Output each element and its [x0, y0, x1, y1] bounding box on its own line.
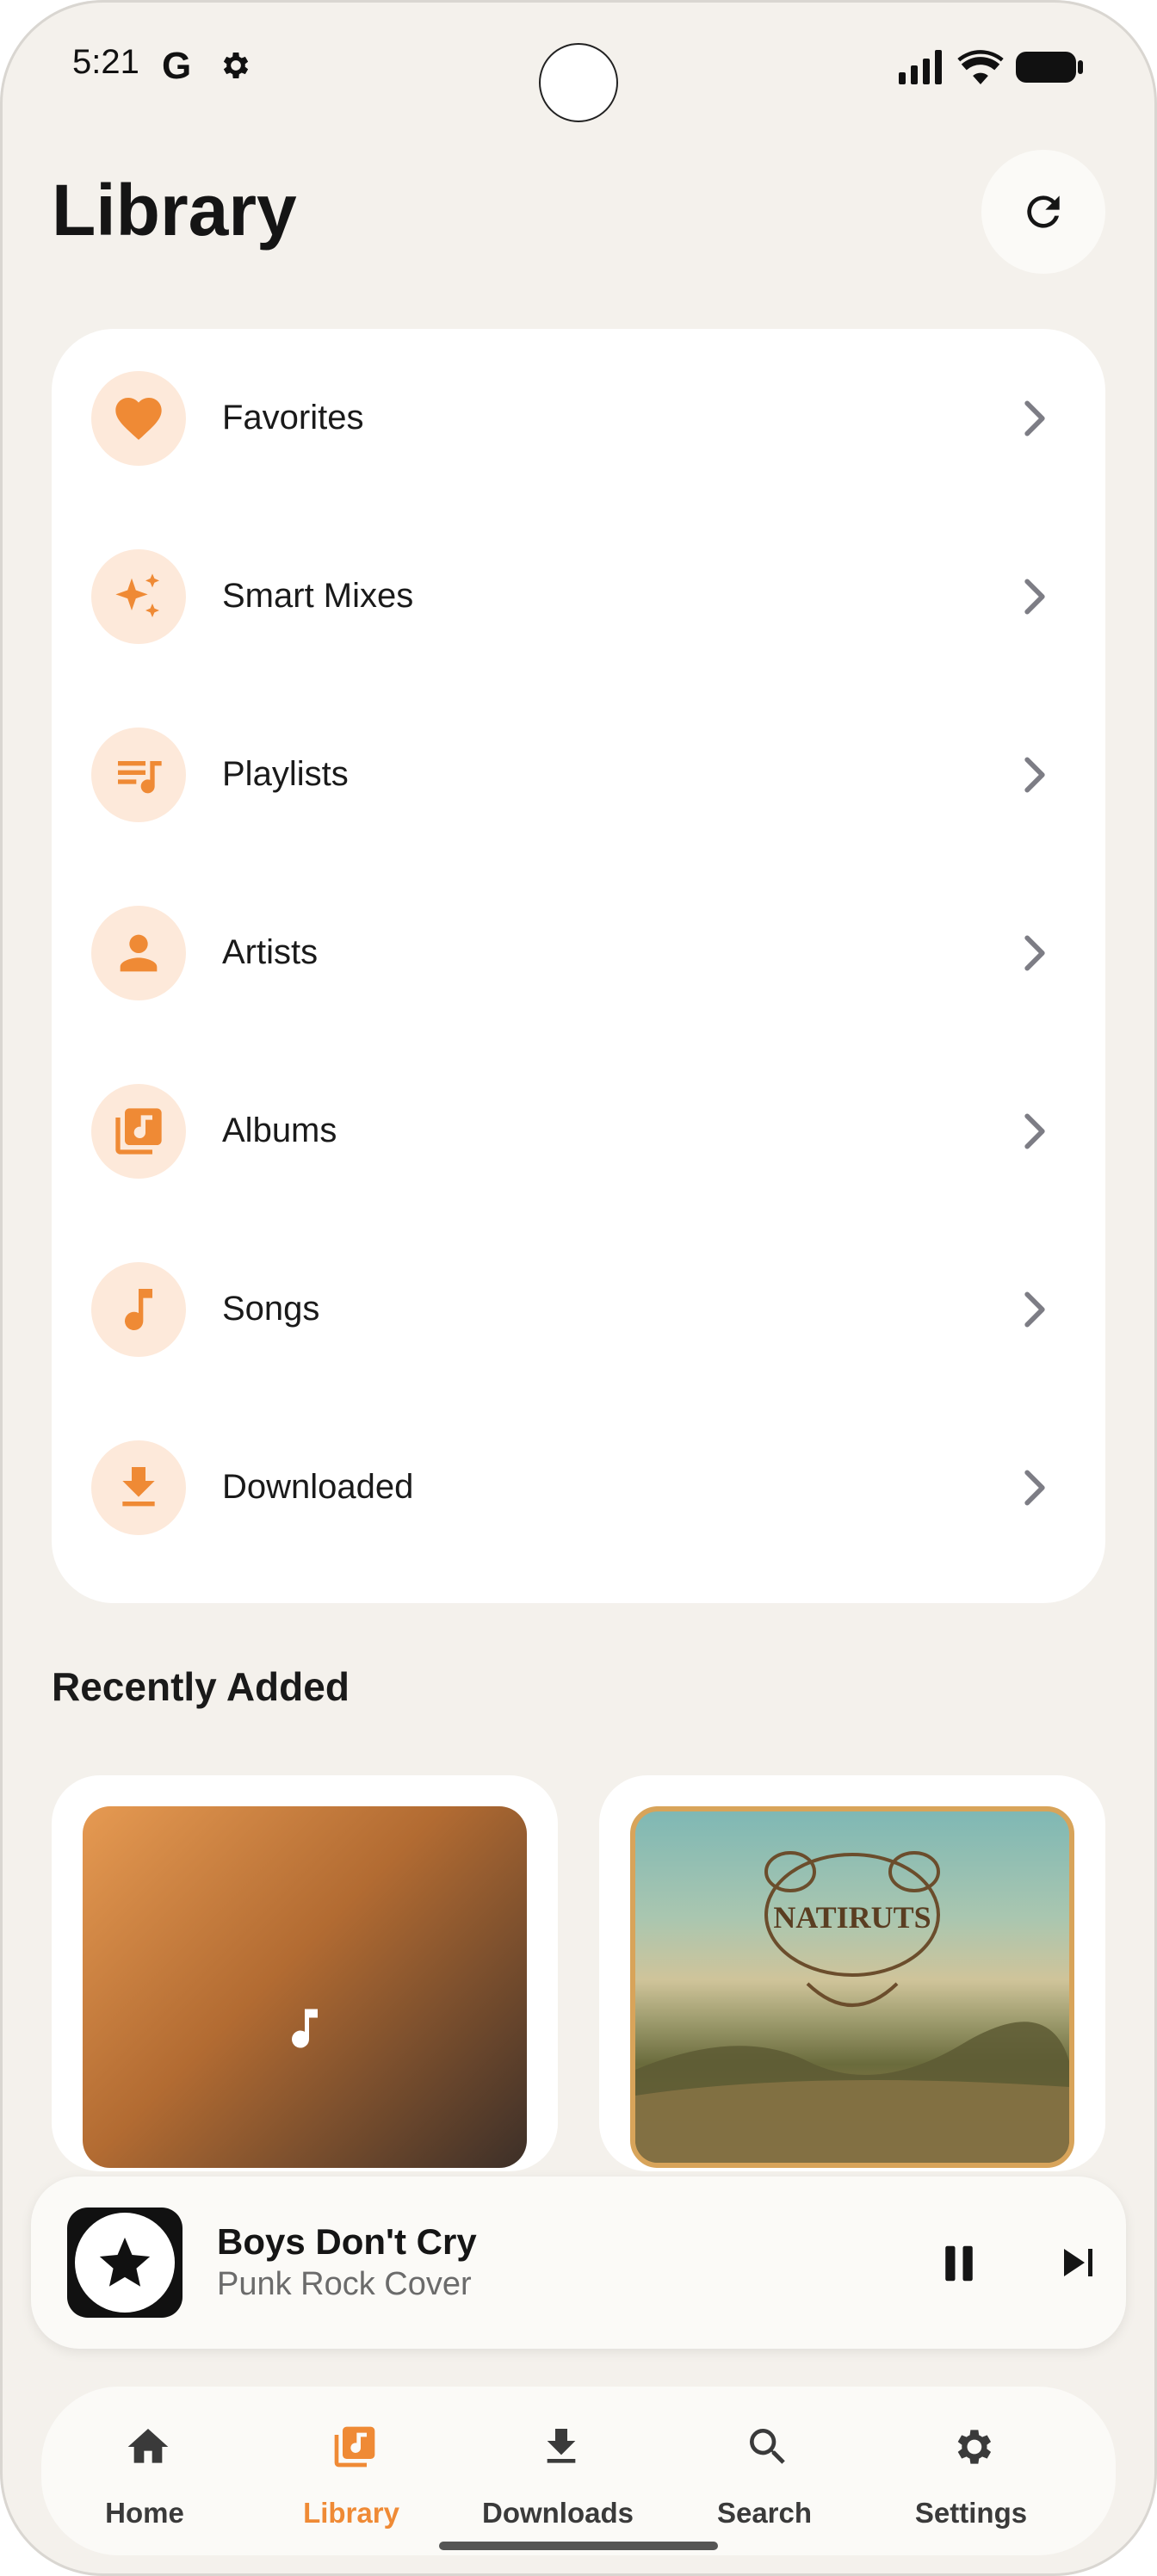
menu-item-downloaded[interactable]: Downloaded — [52, 1398, 1105, 1576]
google-icon: G — [162, 45, 192, 87]
music-note-icon — [292, 2009, 318, 2048]
music-note-icon — [125, 1288, 152, 1330]
phone-screen: 5:21 G Library Favorites Smart Mixes Pla… — [0, 0, 1157, 2576]
menu-item-songs[interactable]: Songs — [52, 1220, 1105, 1398]
menu-item-label: Downloaded — [222, 1468, 414, 1506]
status-bar: 5:21 G — [0, 0, 1157, 138]
nav-downloads[interactable]: Downloads — [455, 2387, 661, 2555]
nav-library[interactable]: Library — [248, 2387, 455, 2555]
nav-label: Search — [716, 2497, 813, 2529]
chevron-right-icon — [1024, 1291, 1045, 1327]
menu-item-label: Artists — [222, 933, 319, 971]
menu-item-albums[interactable]: Albums — [52, 1042, 1105, 1220]
album-card[interactable] — [52, 1775, 558, 2171]
section-title-recently-added: Recently Added — [52, 1664, 350, 1709]
search-icon — [750, 2429, 785, 2464]
nav-search[interactable]: Search — [661, 2387, 868, 2555]
page-title: Library — [52, 170, 297, 251]
settings-status-icon — [223, 53, 249, 78]
chevron-right-icon — [1024, 400, 1045, 436]
sparkles-icon — [115, 573, 159, 617]
nav-settings[interactable]: Settings — [868, 2387, 1074, 2555]
album-card[interactable]: NATIRUTS — [599, 1775, 1105, 2171]
menu-item-label: Smart Mixes — [222, 577, 414, 615]
refresh-icon — [1027, 195, 1060, 228]
chevron-right-icon — [1024, 1113, 1045, 1149]
battery-icon — [1016, 52, 1083, 83]
album-art-text: NATIRUTS — [773, 1900, 931, 1935]
nav-label: Settings — [914, 2497, 1028, 2529]
album-art-placeholder — [83, 1806, 527, 2168]
heart-icon — [115, 397, 162, 440]
playlist-icon — [118, 760, 162, 793]
nav-label: Downloads — [481, 2497, 634, 2529]
home-icon — [127, 2429, 169, 2463]
skip-next-button[interactable] — [1057, 2242, 1098, 2283]
menu-item-label: Songs — [222, 1290, 320, 1328]
wifi-icon — [957, 50, 1004, 84]
chevron-right-icon — [1024, 935, 1045, 970]
natiruts-artwork: NATIRUTS — [635, 1851, 1069, 2163]
front-camera — [539, 43, 618, 122]
menu-item-label: Playlists — [222, 755, 349, 793]
album-art-natiruts: NATIRUTS — [630, 1806, 1074, 2168]
person-icon — [120, 934, 158, 971]
menu-item-favorites[interactable]: Favorites — [52, 329, 1105, 507]
chevron-right-icon — [1024, 579, 1045, 614]
star-logo-icon — [99, 2237, 151, 2287]
nav-label: Home — [105, 2497, 184, 2529]
library-menu-card: Favorites Smart Mixes Playlists Artists … — [52, 329, 1105, 1603]
album-icon — [115, 1107, 162, 1155]
gesture-handle[interactable] — [439, 2542, 718, 2550]
library-icon — [334, 2426, 375, 2468]
menu-item-artists[interactable]: Artists — [52, 864, 1105, 1042]
status-time: 5:21 — [72, 43, 139, 81]
menu-item-playlists[interactable]: Playlists — [52, 685, 1105, 864]
chevron-right-icon — [1024, 1470, 1045, 1505]
signal-icon — [899, 50, 942, 84]
download-icon — [122, 1466, 155, 1506]
now-playing-title: Boys Don't Cry — [217, 2221, 477, 2262]
mini-player[interactable]: Boys Don't Cry Punk Rock Cover — [31, 2177, 1126, 2349]
menu-item-label: Favorites — [222, 399, 364, 437]
nav-label: Library — [303, 2497, 399, 2529]
download-icon — [547, 2429, 576, 2463]
bottom-navigation: Home Library Downloads Search Settings — [41, 2387, 1116, 2555]
now-playing-artist: Punk Rock Cover — [217, 2266, 472, 2302]
nav-home[interactable]: Home — [41, 2387, 248, 2555]
settings-icon — [957, 2430, 992, 2464]
menu-item-label: Albums — [222, 1112, 337, 1149]
menu-item-smart-mixes[interactable]: Smart Mixes — [52, 507, 1105, 685]
pause-button[interactable] — [935, 2240, 983, 2287]
refresh-button[interactable] — [981, 150, 1105, 274]
now-playing-artwork — [67, 2208, 183, 2318]
chevron-right-icon — [1024, 757, 1045, 792]
